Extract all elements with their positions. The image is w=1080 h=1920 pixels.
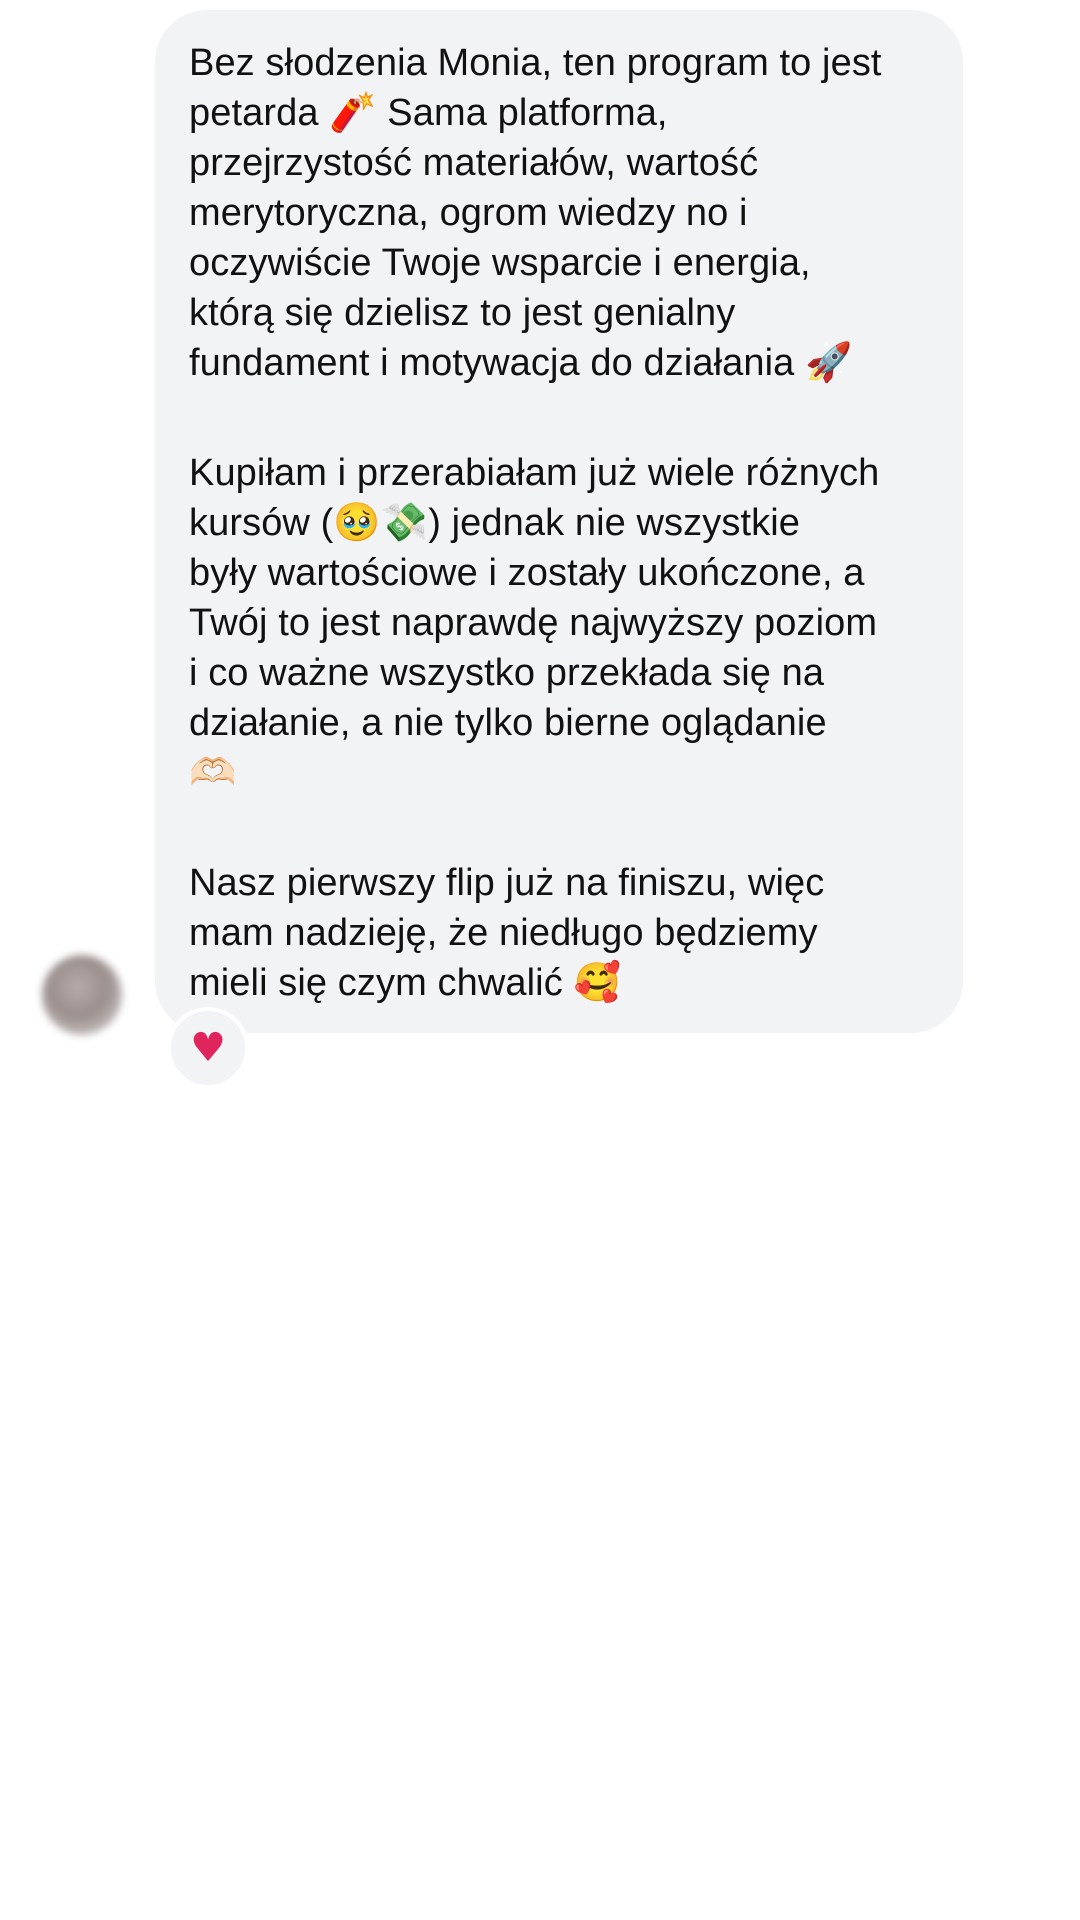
message-paragraph-3: Nasz pierwszy flip już na finiszu, więc …: [189, 862, 825, 1004]
message-bubble[interactable]: Bez słodzenia Monia, ten program to jest…: [155, 10, 963, 1033]
message-paragraph-2: Kupiłam i przerabiałam już wiele różnych…: [189, 452, 880, 794]
message-paragraph-1: Bez słodzenia Monia, ten program to jest…: [189, 42, 882, 384]
heart-icon: ♥: [190, 1025, 226, 1071]
reaction-badge[interactable]: ♥: [167, 1007, 249, 1089]
avatar[interactable]: [42, 955, 122, 1035]
message-thread: Bez słodzenia Monia, ten program to jest…: [0, 0, 1080, 1920]
